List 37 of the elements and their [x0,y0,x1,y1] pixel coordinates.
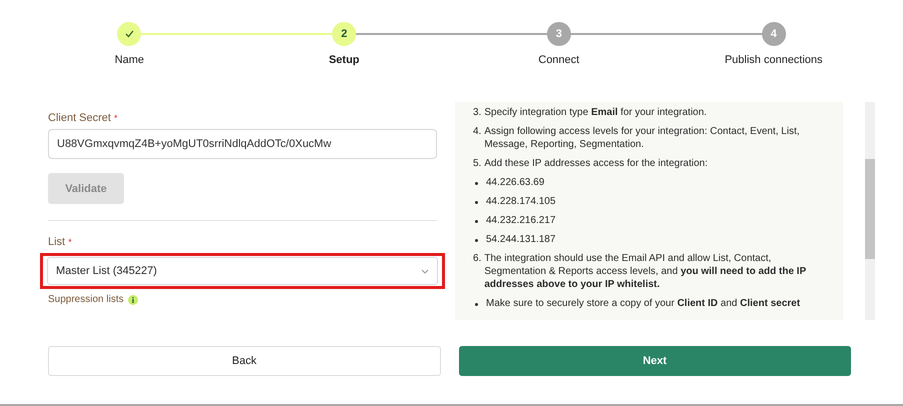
bullet-icon [475,182,478,185]
info-icon[interactable] [128,294,138,304]
step-label: Name [114,54,144,66]
next-button[interactable]: Next [458,346,851,376]
bullet-icon [475,239,478,242]
step-number: 5. [473,157,482,170]
field-label: List * [48,236,73,248]
instruction-text: 54.244.131.187 [486,233,556,246]
step-label: Connect [538,54,580,66]
step-label: Publish connections [724,54,823,66]
bullet-icon [475,220,478,223]
list-select[interactable]: Master List (345227) [47,257,438,285]
back-button[interactable]: Back [48,346,440,376]
step-number: 4 [770,28,777,40]
step-number: 2 [341,28,348,40]
instruction-text: 44.232.216.217 [486,214,556,227]
step-number: 4. [473,125,482,139]
instruction-text: Assign following access levels for your integration: Contact, Event, List, Message, Reporting, Segmentation. [484,125,800,151]
client-secret-field[interactable]: U88VGmxqvmqZ4B+yoMgUT0srriNdlqAddOTc/0XucMw [48,129,437,159]
step-number: 3 [556,28,562,40]
instruction-text: 44.226.63.69 [486,176,544,189]
field-label: Suppression lists [48,294,124,305]
step-label: Setup [328,54,360,66]
bullet-icon [475,201,478,204]
check-icon [124,30,134,38]
instruction-text: 44.228.174.105 [486,195,556,208]
scrollbar-thumb[interactable] [865,159,875,259]
scrollbar[interactable] [865,102,875,320]
step-number: 6. [473,252,482,266]
instruction-text: Add these IP addresses access for the integration: [484,157,708,170]
field-label: Client Secret * [48,112,119,124]
chevron-down-icon [421,268,429,274]
instruction-text: The integration should use the Email API and allow List, Contact, Segmentation & Reports access levels, and you will need to add the IP addresses above to your IP whitelist. [484,252,807,291]
instruction-text: Specify integration type Email for your integration. [484,106,707,119]
bullet-icon [475,303,478,306]
instruction-text: Make sure to securely store a copy of your Client ID and Client secret [486,297,800,310]
step-number: 3. [473,106,482,119]
